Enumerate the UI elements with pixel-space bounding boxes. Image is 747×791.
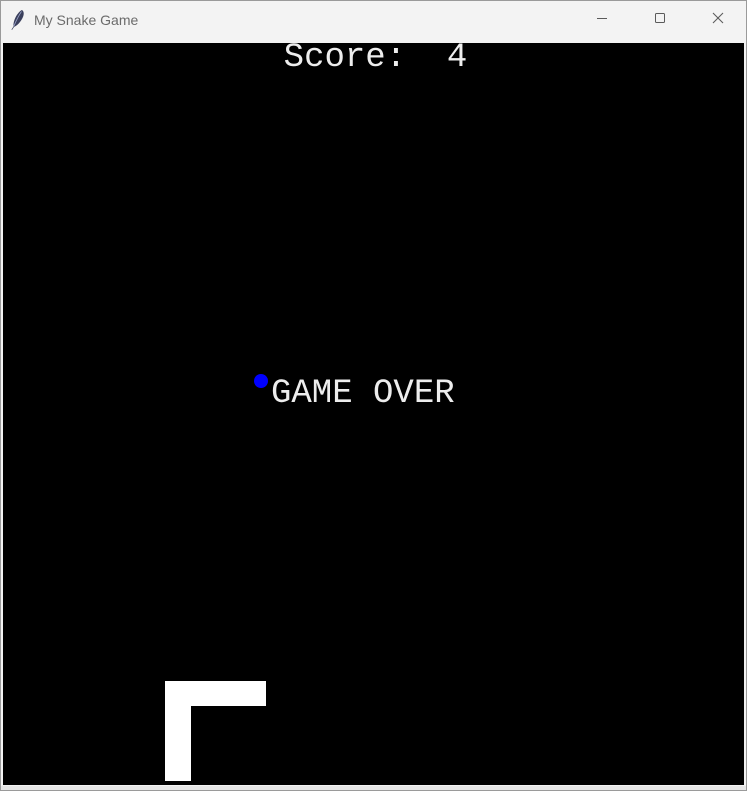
feather-icon: [9, 9, 27, 31]
maximize-icon: [654, 11, 666, 29]
title-bar[interactable]: My Snake Game: [1, 1, 746, 41]
minimize-button[interactable]: [573, 1, 631, 39]
window-bottom-edge: [1, 786, 746, 790]
minimize-icon: [596, 11, 608, 29]
close-icon: [712, 11, 724, 29]
food-pellet: [254, 374, 268, 388]
window-title: My Snake Game: [34, 12, 139, 28]
app-window: My Snake Game Score: 4 GAME OVER: [0, 0, 747, 791]
game-over-message: GAME OVER: [271, 375, 455, 413]
score-display: Score: 4: [283, 43, 468, 77]
close-button[interactable]: [689, 1, 747, 39]
maximize-button[interactable]: [631, 1, 689, 39]
snake-body-segment: [165, 706, 191, 781]
snake-body-segment: [165, 681, 266, 706]
game-canvas[interactable]: Score: 4 GAME OVER: [3, 43, 744, 785]
